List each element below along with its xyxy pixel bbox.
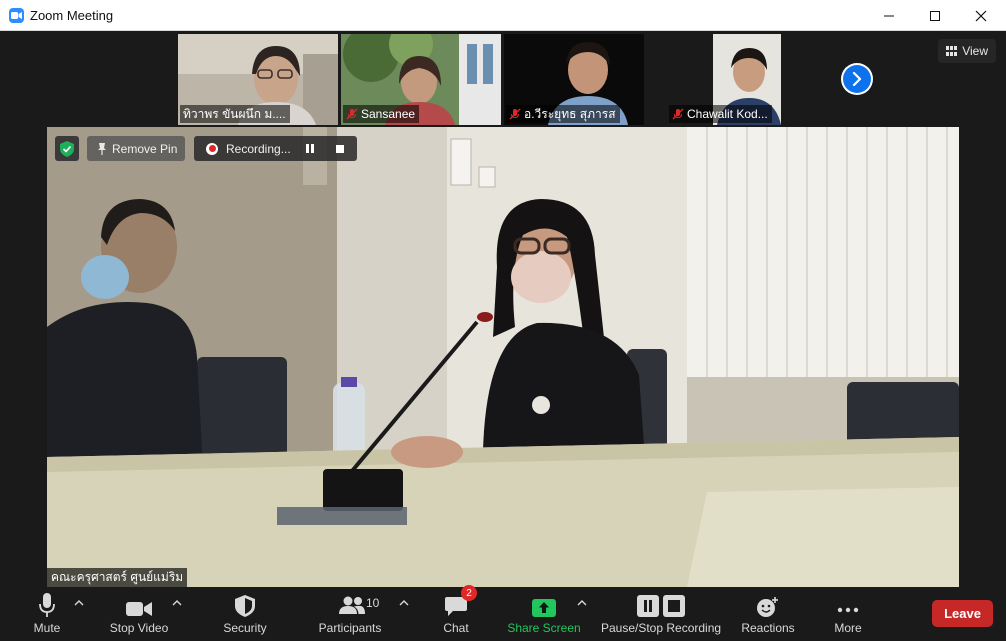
chat-unread-badge: 2 — [461, 585, 477, 601]
chevron-right-icon — [852, 72, 862, 86]
smiley-add-icon — [757, 597, 778, 617]
participant-namebar: ทิวาพร ขันผนึก ม.... — [180, 105, 290, 123]
chat-bubble-icon — [445, 597, 467, 616]
main-video: Remove Pin Recording... คณะครุศาสตร์ ศูน… — [47, 127, 959, 587]
participant-name: อ.วีระยุทธ สุภารส — [524, 106, 616, 121]
video-options-chevron-up-icon[interactable] — [171, 597, 183, 609]
participant-thumbnail[interactable]: อ.วีระยุทธ สุภารส — [504, 34, 644, 125]
participants-icon — [339, 596, 365, 614]
title-bar: Zoom Meeting — [0, 0, 1006, 31]
share-options-chevron-up-icon[interactable] — [576, 597, 588, 609]
security-label: Security — [223, 621, 267, 635]
recording-indicator: Recording... — [194, 136, 357, 161]
shield-check-icon — [60, 140, 74, 157]
pause-icon — [305, 144, 314, 153]
zoom-logo-icon — [9, 8, 24, 23]
participant-thumbnail[interactable]: Chawalit Kod... — [667, 34, 827, 125]
participants-count: 10 — [366, 596, 380, 610]
participant-name: Chawalit Kod... — [687, 107, 768, 121]
grid-view-icon — [946, 46, 958, 56]
pause-stop-recording-icon — [637, 595, 685, 617]
participant-namebar: อ.วีระยุทธ สุภารส — [506, 105, 620, 123]
minimize-button[interactable] — [866, 0, 912, 31]
stop-icon — [335, 144, 344, 153]
video-camera-icon — [126, 602, 152, 616]
security-shield-button[interactable] — [55, 136, 79, 161]
participant-strip: ทิวาพร ขันผนึก ม.... Sansanee อ.วีระยุทธ… — [0, 31, 1006, 127]
participant-name: ทิวาพร ขันผนึก ม.... — [183, 106, 286, 121]
participant-namebar: Chawalit Kod... — [669, 105, 772, 123]
meeting-toolbar: Mute Stop Video Security 10 Participants… — [0, 585, 1006, 641]
stop-recording-button[interactable] — [329, 139, 351, 159]
pause-recording-button[interactable] — [299, 139, 321, 159]
view-label: View — [962, 44, 988, 58]
more-label: More — [834, 621, 862, 635]
shield-icon — [235, 595, 255, 617]
participants-options-chevron-up-icon[interactable] — [398, 597, 410, 609]
mic-muted-icon — [509, 108, 521, 120]
participants-button[interactable]: 10 Participants — [318, 587, 382, 641]
remove-pin-button[interactable]: Remove Pin — [87, 136, 186, 161]
remove-pin-label: Remove Pin — [112, 141, 178, 156]
close-button[interactable] — [958, 0, 1004, 31]
pause-stop-recording-button[interactable]: Pause/Stop Recording — [601, 587, 721, 641]
video-frame — [47, 127, 959, 587]
more-dots-icon — [837, 607, 859, 613]
pin-icon — [98, 142, 106, 155]
security-button[interactable]: Security — [222, 587, 268, 641]
recording-control-label: Pause/Stop Recording — [600, 621, 722, 635]
participants-label: Participants — [318, 621, 382, 635]
microphone-icon — [39, 593, 55, 617]
chat-button[interactable]: 2 Chat — [440, 585, 477, 641]
audio-options-chevron-up-icon[interactable] — [73, 597, 85, 609]
share-screen-button[interactable]: Share Screen — [507, 587, 581, 641]
main-participant-name: คณะครุศาสตร์ ศูนย์แม่ริม — [47, 568, 188, 587]
participant-namebar: Sansanee — [343, 105, 420, 123]
leave-button[interactable]: Leave — [932, 600, 993, 627]
mic-muted-icon — [346, 108, 358, 120]
participant-thumbnail[interactable]: ทิวาพร ขันผนึก ม.... — [178, 34, 338, 125]
reactions-label: Reactions — [741, 621, 795, 635]
stop-video-button[interactable]: Stop Video — [108, 587, 170, 641]
mic-muted-icon — [672, 108, 684, 120]
mute-label: Mute — [33, 621, 61, 635]
chat-label: Chat — [443, 621, 469, 635]
share-screen-label: Share Screen — [507, 621, 581, 635]
view-button[interactable]: View — [938, 39, 996, 63]
more-button[interactable]: More — [832, 587, 864, 641]
participant-name: Sansanee — [361, 107, 416, 121]
maximize-button[interactable] — [912, 0, 958, 31]
mute-button[interactable]: Mute — [30, 587, 64, 641]
share-screen-arrow-icon — [532, 599, 556, 617]
stop-video-label: Stop Video — [109, 621, 169, 635]
reactions-button[interactable]: Reactions — [740, 587, 796, 641]
next-page-button[interactable] — [841, 63, 873, 95]
window-title: Zoom Meeting — [30, 8, 114, 23]
recording-label: Recording... — [226, 141, 291, 156]
participant-thumbnail[interactable]: Sansanee — [341, 34, 501, 125]
record-dot-icon — [206, 142, 218, 155]
